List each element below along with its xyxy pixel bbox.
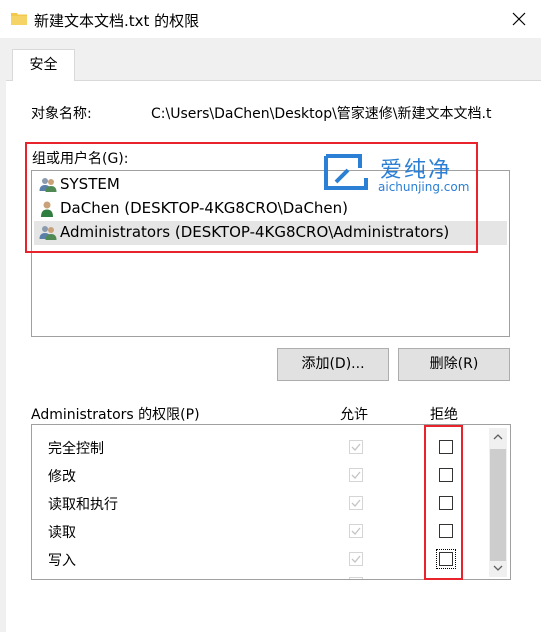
object-path: C:\Users\DaChen\Desktop\管家速修\新建文本文档.t (151, 106, 492, 122)
tab-label: 安全 (29, 57, 58, 73)
window-title: 新建文本文档.txt 的权限 (34, 12, 200, 30)
highlight-deny-column (424, 425, 463, 580)
chevron-up-icon[interactable] (493, 433, 503, 441)
perm-name: 修改 (48, 469, 76, 485)
watermark-logo-icon (324, 154, 368, 190)
add-button[interactable]: 添加(D)... (277, 348, 389, 381)
title-bar: 新建文本文档.txt 的权限 (0, 0, 541, 38)
perm-row-read-execute: 读取和执行 (32, 489, 492, 517)
scroll-thumb[interactable] (490, 449, 506, 561)
perm-row-write: 写入 (32, 545, 492, 573)
deny-header: 拒绝 (430, 407, 458, 423)
allow-checkbox (349, 468, 363, 482)
checkmark-icon (351, 471, 361, 479)
tab-security[interactable]: 安全 (12, 49, 75, 81)
checkmark-icon (351, 499, 361, 507)
perm-name: 读取 (48, 525, 76, 541)
perm-row-modify: 修改 (32, 461, 492, 489)
allow-checkbox (349, 577, 363, 579)
checkmark-icon (351, 555, 361, 563)
perm-name: 读取和执行 (48, 497, 118, 513)
allow-checkbox (349, 524, 363, 538)
perm-row-read: 读取 (32, 517, 492, 545)
perm-name: 写入 (48, 553, 76, 569)
folder-icon (11, 11, 27, 25)
allow-checkbox (349, 496, 363, 510)
permissions-label: Administrators 的权限(P) (31, 407, 200, 423)
watermark-url: aichunjing.com (378, 180, 470, 194)
allow-checkbox (349, 440, 363, 454)
checkmark-icon (351, 527, 361, 535)
perm-row-full-control: 完全控制 (32, 433, 492, 461)
checkmark-icon (351, 443, 361, 451)
object-name-label: 对象名称: (31, 106, 92, 122)
close-button[interactable] (500, 4, 538, 34)
remove-button[interactable]: 删除(R) (398, 348, 510, 381)
allow-header: 允许 (340, 407, 368, 423)
close-icon (512, 12, 526, 26)
perm-name: 完全控制 (48, 441, 104, 457)
perm-row-partial (32, 573, 492, 579)
chevron-down-icon[interactable] (493, 564, 503, 572)
watermark: 爱纯净 aichunjing.com (322, 152, 482, 196)
allow-checkbox (349, 552, 363, 566)
permissions-scrollbar[interactable] (489, 428, 507, 577)
